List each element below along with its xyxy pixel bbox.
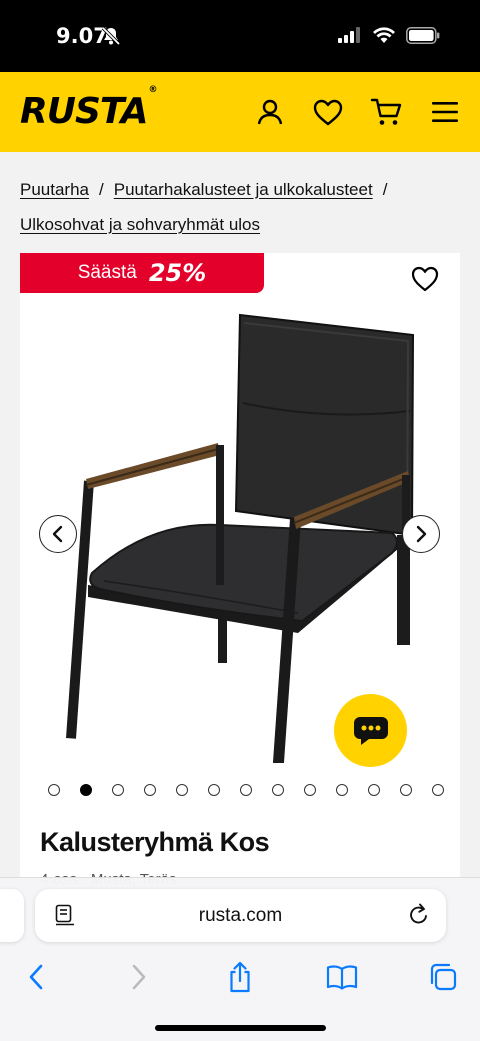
home-indicator[interactable]	[155, 1025, 326, 1031]
site-header: RUSTA®	[0, 72, 480, 152]
discount-label: Säästä	[77, 262, 137, 283]
chat-button[interactable]	[334, 694, 407, 767]
tabs-icon[interactable]	[426, 960, 460, 994]
carousel-prev-button[interactable]	[39, 515, 77, 553]
hamburger-menu-icon[interactable]	[427, 94, 463, 130]
battery-icon	[406, 26, 440, 49]
product-title: Kalusteryhmä Kos	[40, 827, 270, 857]
carousel-dot[interactable]	[112, 784, 124, 796]
breadcrumb-link-ulkosohvat[interactable]: Ulkosohvat ja sohvaryhmät ulos	[20, 215, 260, 234]
carousel-dot[interactable]	[432, 784, 444, 796]
bookmarks-icon[interactable]	[325, 960, 359, 994]
bell-off-icon	[101, 26, 121, 51]
chat-bubble-icon	[353, 716, 388, 745]
discount-badge: Säästä 25%	[20, 253, 264, 293]
browser-toolbar: rusta.com	[0, 877, 480, 1041]
carousel-dot[interactable]	[400, 784, 412, 796]
carousel-dot-active[interactable]	[80, 784, 92, 796]
cellular-signal-icon	[338, 27, 362, 48]
breadcrumb-separator: /	[99, 180, 104, 199]
carousel-dot[interactable]	[336, 784, 348, 796]
previous-tab-peek[interactable]	[0, 889, 24, 942]
carousel-dot[interactable]	[208, 784, 220, 796]
discount-value: 25%	[148, 259, 207, 287]
rusta-logo[interactable]: RUSTA®	[20, 85, 158, 132]
product-image[interactable]	[40, 303, 440, 799]
breadcrumb-link-puutarhakalusteet[interactable]: Puutarhakalusteet ja ulkokalusteet	[114, 180, 373, 199]
breadcrumb-separator: /	[382, 180, 388, 199]
reload-icon[interactable]	[408, 903, 430, 932]
chevron-left-icon	[52, 525, 63, 543]
share-icon[interactable]	[223, 960, 257, 994]
back-icon[interactable]	[19, 960, 53, 994]
carousel-dots	[48, 784, 444, 796]
url-text: rusta.com	[198, 905, 283, 926]
breadcrumb-link-puutarha[interactable]: Puutarha	[20, 180, 89, 199]
chevron-right-icon	[416, 525, 427, 543]
carousel-dot[interactable]	[272, 784, 284, 796]
carousel-dot[interactable]	[368, 784, 380, 796]
carousel-next-button[interactable]	[402, 515, 440, 553]
product-card: Säästä 25% Kalusteryhmä Kos	[20, 253, 460, 893]
breadcrumb: Puutarha / Puutarhakalusteet ja ulkokalust…	[20, 172, 460, 242]
wifi-icon	[372, 26, 396, 49]
carousel-dot[interactable]	[176, 784, 188, 796]
forward-icon[interactable]	[122, 960, 156, 994]
add-to-favorites-heart-icon[interactable]	[410, 265, 440, 295]
carousel-dot[interactable]	[144, 784, 156, 796]
carousel-dot[interactable]	[240, 784, 252, 796]
user-account-icon[interactable]	[252, 94, 288, 130]
shopping-cart-icon[interactable]	[368, 94, 404, 130]
carousel-dot[interactable]	[48, 784, 60, 796]
address-bar[interactable]: rusta.com	[35, 889, 446, 942]
carousel-dot[interactable]	[304, 784, 316, 796]
wishlist-heart-icon[interactable]	[310, 94, 346, 130]
status-bar: 9.07	[0, 0, 480, 72]
